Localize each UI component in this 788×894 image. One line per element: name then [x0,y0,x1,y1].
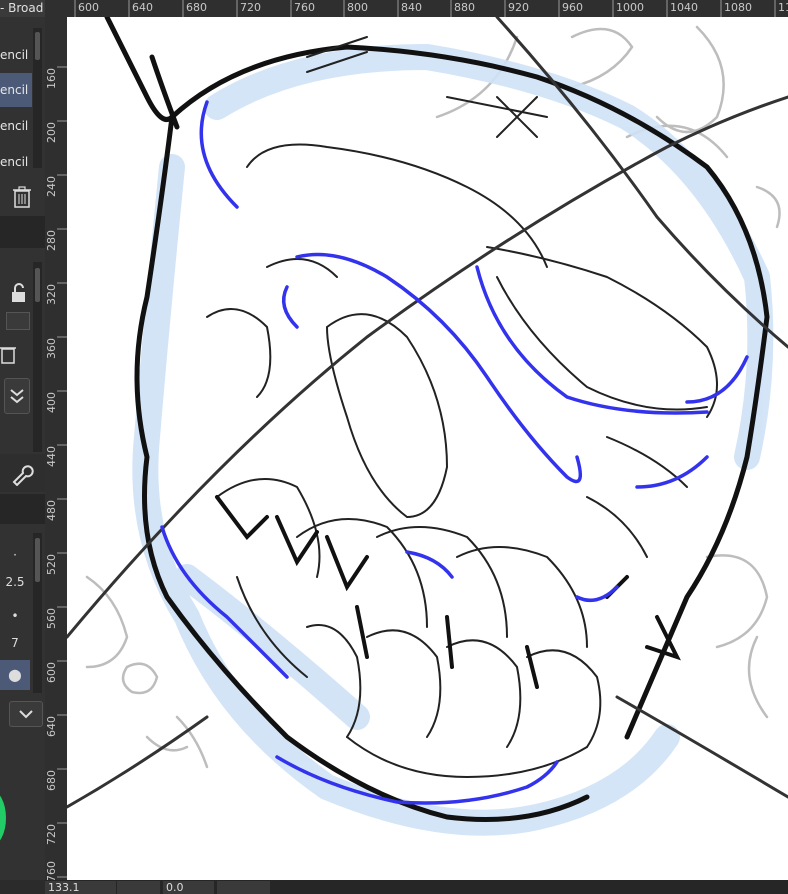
layer-item[interactable]: encil 4 [0,145,32,179]
tool-row [0,454,45,492]
layer-item[interactable]: encil 2 [0,109,32,143]
layer-label: encil [0,83,29,97]
ruler-tick-label: 680 [45,770,58,791]
chevron-down-icon[interactable] [9,701,43,727]
check-icon[interactable] [4,378,30,414]
zoom-readout[interactable]: 133.1 [45,881,116,894]
brush-size-option[interactable]: 7 [0,628,30,658]
trash-icon[interactable] [10,185,34,209]
ruler-tick-label: 320 [45,284,58,305]
ruler-tick-label: 920 [508,1,529,14]
wrench-icon[interactable] [10,462,34,487]
ruler-tick-label: 880 [454,1,475,14]
layers-scroll-thumb[interactable] [35,32,40,60]
ruler-tick-label: 600 [78,1,99,14]
ruler-tick-label: 480 [45,500,58,521]
ruler-tick-label: 640 [45,716,58,737]
layer-item[interactable]: encil [0,38,32,72]
layer-label: encil 2 [0,119,32,133]
panel-divider [0,216,45,248]
ruler-tick-label: 720 [45,824,58,845]
options-scroll-thumb[interactable] [35,268,40,302]
ruler-tick-label: 800 [347,1,368,14]
trash-icon[interactable] [0,343,18,365]
ruler-tick-label: 280 [45,230,58,251]
ruler-tick-label: 112 [778,1,788,14]
ruler-tick-label: 1040 [670,1,698,14]
layer-toolbar [0,180,45,214]
ruler-top: 600 640 680 720 760 800 840 880 920 960 … [45,0,788,17]
status-spacer [217,881,270,894]
ruler-tick-label: 1080 [724,1,752,14]
status-bar: 133.1 0.0 [45,880,788,894]
layer-label: encil [0,48,29,62]
layer-label: encil 4 [0,155,32,169]
small-box-icon[interactable] [6,312,30,330]
sketch-artwork [67,17,788,836]
ruler-tick-label: 680 [186,1,207,14]
lock-icon[interactable] [8,282,30,304]
brush-options-scroll-thumb[interactable] [35,538,40,582]
brush-size-option[interactable]: 2.5 [0,567,30,597]
ruler-tick-label: 840 [401,1,422,14]
ruler-tick-label: 960 [562,1,583,14]
ruler-tick-label: 640 [132,1,153,14]
ruler-tick-label: 1000 [616,1,644,14]
ruler-tick-label: 520 [45,554,58,575]
status-spacer [117,881,160,894]
drawing-canvas[interactable] [67,17,788,880]
brush-preset-name: - Broad [0,0,45,17]
brush-size-option-selected[interactable]: ⬤ [0,660,30,690]
ruler-tick-label: 400 [45,392,58,413]
ruler-tick-label: 720 [240,1,261,14]
ruler-tick-label: 440 [45,446,58,467]
layer-item-selected[interactable]: encil [0,73,32,107]
ruler-tick-label: 760 [294,1,315,14]
ruler-tick-label: 200 [45,122,58,143]
ruler-tick-label: 560 [45,608,58,629]
color-selector-green[interactable] [0,790,6,846]
ruler-tick-label: 160 [45,68,58,89]
ruler-tick-label: 360 [45,338,58,359]
left-docker: - Broad encil encil encil 2 encil 4 · 2.… [0,0,45,880]
ruler-left: 160 200 240 280 320 360 400 440 480 520 … [45,17,67,880]
brush-size-option[interactable]: · [0,540,30,570]
ruler-tick-label: 240 [45,176,58,197]
brush-size-option[interactable]: • [0,601,30,631]
rotation-readout[interactable]: 0.0 [163,881,214,894]
ruler-tick-label: 600 [45,662,58,683]
ruler-tick-label: 760 [45,861,58,880]
panel-divider [0,494,45,524]
